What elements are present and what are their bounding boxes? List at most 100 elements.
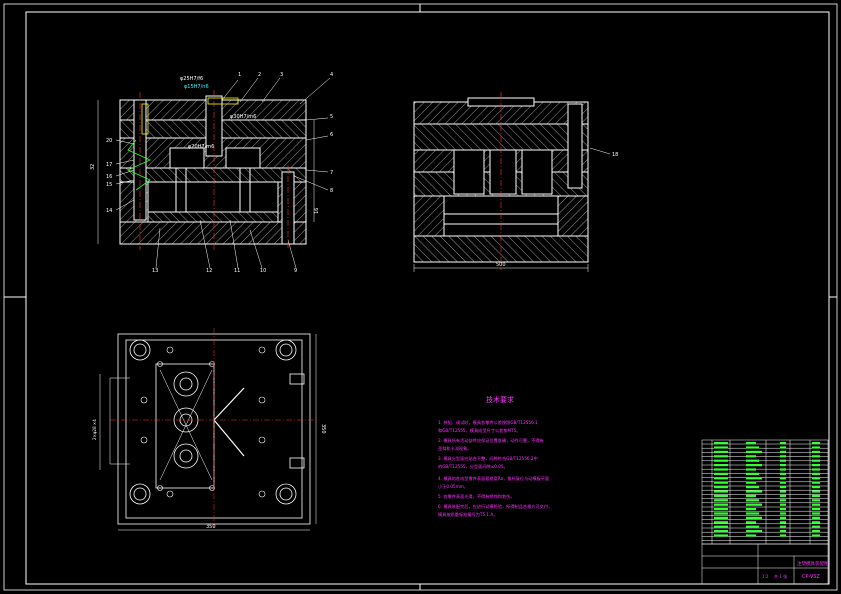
parts-list-mark: [746, 442, 756, 445]
section-view: [97, 77, 331, 269]
parts-list-mark: [714, 512, 728, 515]
title-block-sheet: 共 1 张: [774, 573, 787, 579]
parts-list-mark: [714, 455, 728, 458]
svg-text:和GB/T12555，模具成型尺寸公差按MT5。: 和GB/T12555，模具成型尺寸公差按MT5。: [438, 427, 521, 434]
parts-list-mark: [780, 481, 786, 484]
parts-list-mark: [746, 459, 759, 462]
balloon-16: 16: [106, 174, 112, 180]
parts-list-mark: [780, 508, 786, 511]
parts-list-mark: [746, 530, 762, 533]
parts-list-mark: [714, 503, 728, 506]
parts-list-mark: [780, 499, 786, 502]
parts-list-mark: [780, 490, 786, 493]
parts-list-mark: [780, 494, 786, 497]
parts-list-mark: [714, 472, 728, 475]
parts-list-mark: [812, 516, 820, 519]
parts-list-mark: [780, 512, 786, 515]
parts-list-mark: [746, 525, 759, 528]
parts-list-mark: [714, 464, 728, 467]
parts-list-mark: [812, 481, 820, 484]
parts-list-mark: [746, 477, 762, 480]
parts-list-mark: [714, 490, 728, 493]
parts-list-mark: [780, 534, 786, 537]
balloon-20: 20: [106, 138, 112, 144]
fit-label-1: φ25H7/f6: [180, 76, 203, 82]
mold-assembly-drawing: φ25H7/f6 φ15H7/n6 φ30H7/m6 φ20H7/m6 1 2 …: [3, 3, 838, 591]
parts-list-mark: [780, 525, 786, 528]
parts-list-mark: [746, 516, 762, 519]
side-view: [413, 92, 611, 272]
balloon-12: 12: [206, 268, 212, 274]
parts-list-mark: [746, 455, 756, 458]
parts-list-mark: [780, 486, 786, 489]
parts-list-mark: [714, 481, 728, 484]
svg-text:小于0.05mm。: 小于0.05mm。: [438, 483, 468, 490]
parts-list-mark: [780, 516, 786, 519]
parts-list-mark: [780, 459, 786, 462]
side-dim-width: 500: [496, 262, 506, 268]
svg-text:1. 装配、调试时，模具各零件公差按照GB/T12556.1: 1. 装配、调试时，模具各零件公差按照GB/T12556.1: [438, 419, 538, 426]
parts-list-mark: [746, 468, 756, 471]
balloon-4: 4: [330, 72, 333, 78]
balloon-7: 7: [330, 170, 333, 176]
parts-list-mark: [780, 472, 786, 475]
parts-list-mark: [746, 503, 762, 506]
balloon-8: 8: [330, 188, 333, 194]
parts-list-mark: [746, 508, 756, 511]
parts-list-mark: [714, 468, 728, 471]
tech-req-lines: 1. 装配、调试时，模具各零件公差按照GB/T12556.1 和GB/T1255…: [438, 419, 552, 518]
parts-list-mark: [812, 521, 820, 524]
parts-list-mark: [780, 455, 786, 458]
svg-text:5. 各零件表面光滑，不得有锈蚀和划伤。: 5. 各零件表面光滑，不得有锈蚀和划伤。: [438, 493, 515, 500]
parts-list-mark: [746, 464, 762, 467]
parts-list-mark: [714, 516, 728, 519]
parts-list-mark: [714, 508, 728, 511]
parts-list-mark: [780, 468, 786, 471]
parts-list-mark: [746, 472, 759, 475]
parts-list-mark: [780, 446, 786, 449]
parts-list-mark: [812, 442, 820, 445]
parts-list-mark: [780, 521, 786, 524]
parts-list-mark: [714, 450, 728, 453]
balloon-5: 5: [330, 114, 333, 120]
parts-list-mark: [746, 486, 759, 489]
parts-list-mark: [714, 442, 728, 445]
parts-list-mark: [780, 464, 786, 467]
parts-list-mark: [812, 446, 820, 449]
plan-view: [99, 333, 317, 531]
parts-list-mark: [812, 490, 820, 493]
parts-list-mark: [812, 477, 820, 480]
parts-list-mark: [780, 503, 786, 506]
parts-list-mark: [714, 525, 728, 528]
svg-text:歪斜和卡滞现象。: 歪斜和卡滞现象。: [438, 445, 472, 452]
parts-list-mark: [812, 534, 820, 537]
parts-list-mark: [714, 446, 728, 449]
parts-list-mark: [714, 486, 728, 489]
balloon-15: 15: [106, 182, 112, 188]
plan-dim-right: 350: [320, 424, 326, 434]
parts-list-mark: [812, 503, 820, 506]
parts-list-mark: [812, 468, 820, 471]
balloon-6: 6: [330, 132, 333, 138]
balloon-11: 11: [234, 268, 240, 274]
parts-list-mark: [714, 534, 728, 537]
parts-list-mark: [746, 490, 762, 493]
parts-list-mark: [780, 450, 786, 453]
parts-list-mark: [746, 499, 759, 502]
parts-list-mark: [714, 494, 728, 497]
side-balloon: 18: [612, 152, 618, 158]
balloon-14: 14: [106, 208, 112, 214]
parts-list-mark: [812, 472, 820, 475]
title-block-scale: 1:2: [762, 574, 769, 579]
balloon-10: 10: [260, 268, 266, 274]
svg-text:2. 模具所有活动部件应保证位置准确，动作可靠，不得有: 2. 模具所有活动部件应保证位置准确，动作可靠，不得有: [438, 437, 544, 444]
parts-list-mark: [780, 442, 786, 445]
parts-list-mark: [746, 494, 756, 497]
parts-list-mark: [812, 494, 820, 497]
parts-list-mark: [746, 446, 759, 449]
parts-list-mark: [812, 486, 820, 489]
balloon-13: 13: [152, 268, 158, 274]
parts-list-mark: [746, 521, 756, 524]
parts-list-mark: [812, 512, 820, 515]
plan-centerlines: [110, 328, 318, 528]
